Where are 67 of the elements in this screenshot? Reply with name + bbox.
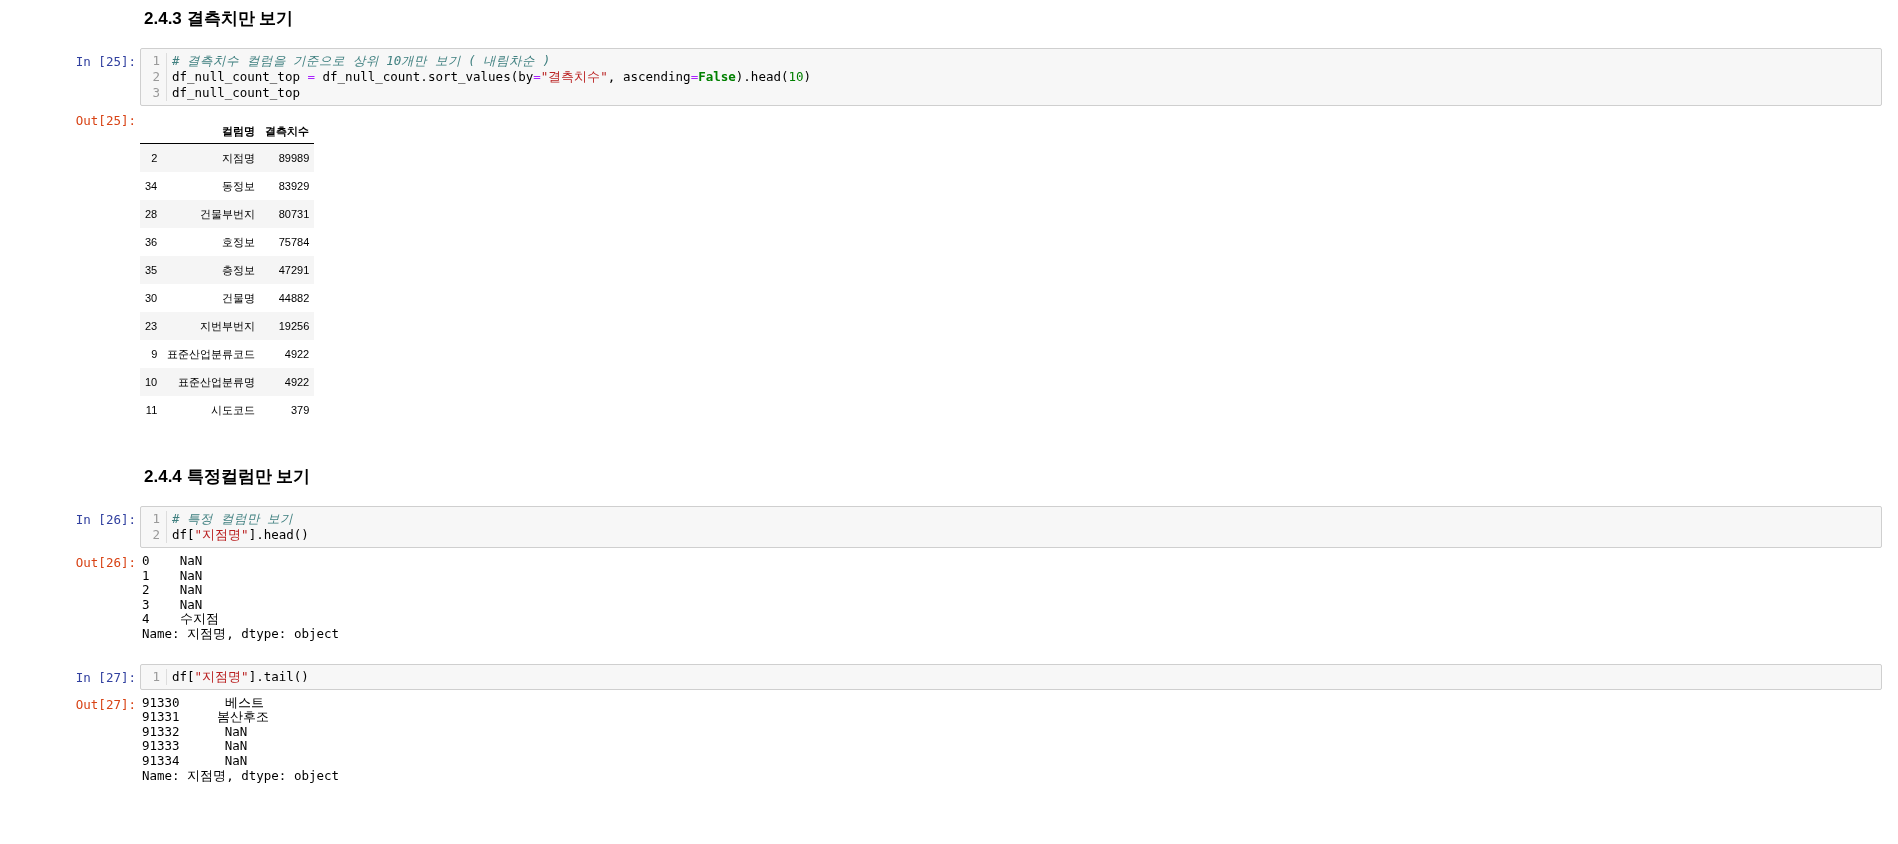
row-index: 9 (140, 340, 163, 368)
table-cell: 75784 (260, 228, 315, 256)
code-editor[interactable]: 1 2 # 특정 컬럼만 보기 df["지점명"].head() (140, 506, 1882, 548)
table-cell: 80731 (260, 200, 315, 228)
column-header: 결측치수 (260, 120, 315, 144)
output-prompt: Out[26]: (75, 554, 136, 571)
table-cell: 호정보 (162, 228, 261, 256)
output-prompt: Out[25]: (75, 112, 136, 129)
input-prompt: In [25]: (75, 53, 136, 70)
row-index: 23 (140, 312, 163, 340)
code-line: # 특정 컬럼만 보기 (172, 511, 294, 526)
output-line: 2 NaN (142, 582, 203, 598)
input-prompt: In [26]: (75, 511, 136, 528)
table-cell: 83929 (260, 172, 315, 200)
line-number: 2 (152, 69, 160, 84)
table-cell: 44882 (260, 284, 315, 312)
table-cell: 층정보 (162, 256, 261, 284)
output-line: Name: 지점명, dtype: object (142, 625, 340, 641)
table-cell: 47291 (260, 256, 315, 284)
table-cell: 표준산업분류코드 (162, 340, 261, 368)
table-cell: 건물부번지 (162, 200, 261, 228)
line-number: 1 (152, 668, 160, 684)
table-cell: 19256 (260, 312, 315, 340)
table-cell: 379 (260, 396, 315, 424)
output-line: 91332 NaN (142, 723, 248, 739)
code-line: # 결측치수 컬럼을 기준으로 상위 10개만 보기 ( 내림차순 ) (172, 53, 551, 68)
row-index: 36 (140, 228, 163, 256)
line-number: 1 (152, 53, 160, 68)
line-number: 2 (152, 527, 160, 542)
output-line: 91330 베스트 (142, 694, 264, 710)
table-cell: 지점명 (162, 143, 261, 172)
code-editor[interactable]: 1 df["지점명"].tail() (140, 663, 1882, 690)
section-heading: 2.4.4 특정컬럼만 보기 (144, 466, 312, 488)
code-line: df_null_count_top (172, 85, 300, 100)
table-cell: 지번부번지 (162, 312, 261, 340)
table-cell: 건물명 (162, 284, 261, 312)
code-line: df_null_count_top = df_null_count.sort_values(by="결측치수", ascending=False).head(10) (172, 69, 812, 84)
output-line: 1 NaN (142, 567, 203, 583)
output-line: 91331 봄산후조 (142, 709, 270, 725)
section-heading: 2.4.3 결측치만 보기 (144, 8, 295, 30)
row-index: 10 (140, 368, 163, 396)
row-index: 34 (140, 172, 163, 200)
output-line: 4 수지점 (142, 611, 219, 627)
code-line: df["지점명"].head() (172, 527, 309, 542)
line-number: 3 (152, 85, 160, 100)
output-line: 91333 NaN (142, 738, 248, 754)
code-editor[interactable]: 1 2 3 # 결측치수 컬럼을 기준으로 상위 10개만 보기 ( 내림차순 ) df_null_count_top = df_null_count.sort_values(by="결측치수", ascending=False).head(10) df_null_count_top (140, 48, 1882, 106)
row-index: 30 (140, 284, 163, 312)
output-line: 3 NaN (142, 596, 203, 612)
row-index: 35 (140, 256, 163, 284)
table-cell: 89989 (260, 143, 315, 172)
output-line: Name: 지점명, dtype: object (142, 767, 340, 783)
row-index: 28 (140, 200, 163, 228)
column-header: 컬럼명 (162, 120, 261, 144)
table-cell: 동정보 (162, 172, 261, 200)
table-cell: 표준산업분류명 (162, 368, 261, 396)
table-cell: 시도코드 (162, 396, 261, 424)
line-number: 1 (152, 511, 160, 526)
table-cell: 4922 (260, 368, 315, 396)
code-line: df["지점명"].tail() (172, 668, 309, 684)
output-prompt: Out[27]: (75, 695, 136, 713)
input-prompt: In [27]: (75, 668, 136, 686)
row-index: 11 (140, 396, 163, 424)
output-line: 0 NaN (142, 553, 203, 568)
row-index: 2 (140, 143, 163, 172)
table-cell: 4922 (260, 340, 315, 368)
output-line: 91334 NaN (142, 752, 248, 768)
